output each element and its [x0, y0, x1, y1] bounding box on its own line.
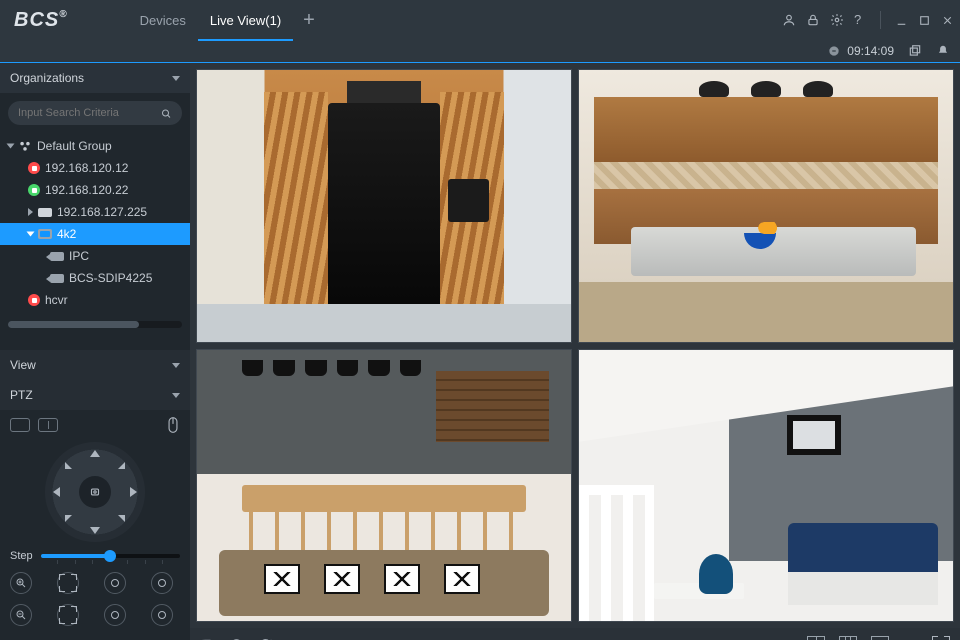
search-input[interactable]	[18, 107, 160, 119]
search-icon[interactable]	[160, 107, 172, 120]
ptz-up-right[interactable]	[118, 462, 125, 469]
ptz-panel: Step	[0, 410, 190, 636]
search-box[interactable]	[8, 101, 182, 125]
fullscreen-button[interactable]	[932, 636, 950, 640]
minimize-button[interactable]	[895, 14, 908, 27]
close-button[interactable]	[941, 14, 954, 27]
tree-node-label: 4k2	[57, 227, 76, 241]
chevron-down-icon	[172, 393, 180, 398]
step-label: Step	[10, 550, 33, 562]
layout-9-button[interactable]	[839, 636, 857, 640]
section-view-label: View	[10, 358, 36, 372]
iris-open-button[interactable]	[104, 572, 126, 594]
expand-icon[interactable]	[28, 208, 33, 216]
nvr-icon	[38, 208, 52, 217]
section-ptz[interactable]: PTZ	[0, 380, 190, 410]
sidebar: Organizations Default Group 192.168.120.…	[0, 63, 190, 640]
tree-node-nvr[interactable]: 192.168.127.225	[0, 201, 190, 223]
ptz-mode-single[interactable]	[10, 418, 30, 432]
aux-a-button[interactable]	[151, 572, 173, 594]
focus-near-button[interactable]	[57, 572, 79, 594]
help-icon[interactable]: ?	[854, 13, 868, 27]
zoom-in-button[interactable]	[10, 572, 32, 594]
chevron-down-icon	[172, 76, 180, 81]
ptz-left[interactable]	[53, 487, 60, 497]
ptz-center[interactable]	[79, 476, 111, 508]
ptz-down[interactable]	[90, 527, 100, 534]
ptz-down-left[interactable]	[65, 515, 72, 522]
app-logo: BCS®	[14, 9, 68, 32]
camera-icon	[50, 274, 64, 283]
video-pane-4[interactable]	[578, 349, 954, 623]
tree-scrollbar[interactable]	[8, 321, 182, 328]
status-online-icon	[28, 184, 40, 196]
bell-icon[interactable]	[936, 44, 950, 58]
lock-icon[interactable]	[806, 13, 820, 27]
video-pane-1[interactable]	[196, 69, 572, 343]
record-indicator-icon	[827, 44, 841, 58]
tree-node-device[interactable]: hcvr	[0, 289, 190, 311]
zoom-out-button[interactable]	[10, 604, 32, 626]
gear-icon[interactable]	[830, 13, 844, 27]
tree-root-label: Default Group	[37, 139, 112, 153]
section-view[interactable]: View	[0, 350, 190, 380]
tree-node-label: IPC	[69, 249, 89, 263]
iris-close-button[interactable]	[104, 604, 126, 626]
section-ptz-label: PTZ	[10, 388, 33, 402]
more-functions[interactable]: More Functions	[0, 636, 190, 640]
maximize-button[interactable]	[918, 14, 931, 27]
tab-add-button[interactable]: +	[293, 9, 325, 32]
tree-node-label: BCS-SDIP4225	[69, 271, 152, 285]
content-area: 1/5 Original 16	[190, 63, 960, 640]
dvr-icon	[38, 229, 52, 239]
user-icon[interactable]	[782, 13, 796, 27]
tree-node-dvr-selected[interactable]: 4k2	[0, 223, 190, 245]
main-tabs: Devices Live View(1) +	[128, 0, 325, 40]
ptz-wheel	[45, 442, 145, 542]
focus-far-button[interactable]	[57, 604, 79, 626]
ptz-up[interactable]	[90, 450, 100, 457]
bottom-toolbar: 1/5 Original 16	[190, 628, 960, 640]
tab-live-view[interactable]: Live View(1)	[198, 0, 293, 40]
expand-icon[interactable]	[27, 232, 35, 237]
step-slider[interactable]	[41, 554, 180, 558]
tree-node-device[interactable]: 192.168.120.22	[0, 179, 190, 201]
title-bar: BCS® Devices Live View(1) + ?	[0, 0, 960, 40]
divider	[880, 11, 881, 29]
device-tree: Default Group 192.168.120.12 192.168.120…	[0, 133, 190, 319]
ptz-up-left[interactable]	[65, 462, 72, 469]
status-offline-icon	[28, 294, 40, 306]
video-pane-2[interactable]	[578, 69, 954, 343]
camera-icon	[50, 252, 64, 261]
sub-title-bar: 09:14:09	[0, 40, 960, 62]
tree-node-device[interactable]: 192.168.120.12	[0, 157, 190, 179]
ptz-mode-split[interactable]	[38, 418, 58, 432]
tree-root[interactable]: Default Group	[0, 135, 190, 157]
multi-window-icon[interactable]	[908, 44, 922, 58]
layout-4-button[interactable]	[807, 636, 825, 640]
layout-16-button[interactable]: 16	[871, 636, 889, 640]
tree-node-label: 192.168.127.225	[57, 205, 147, 219]
tree-node-label: 192.168.120.22	[45, 183, 128, 197]
video-pane-3[interactable]	[196, 349, 572, 623]
tree-node-channel[interactable]: IPC	[0, 245, 190, 267]
status-offline-icon	[28, 162, 40, 174]
expand-icon[interactable]	[7, 144, 15, 149]
section-organizations[interactable]: Organizations	[0, 63, 190, 93]
section-organizations-label: Organizations	[10, 71, 84, 85]
ptz-down-right[interactable]	[118, 515, 125, 522]
tab-devices[interactable]: Devices	[128, 0, 198, 40]
clock: 09:14:09	[847, 44, 894, 58]
tree-node-channel[interactable]: BCS-SDIP4225	[0, 267, 190, 289]
ptz-right[interactable]	[130, 487, 137, 497]
group-icon	[18, 139, 32, 153]
video-grid	[190, 63, 960, 628]
mouse-icon[interactable]	[166, 416, 180, 434]
tree-node-label: hcvr	[45, 293, 68, 307]
aux-b-button[interactable]	[151, 604, 173, 626]
tree-node-label: 192.168.120.12	[45, 161, 128, 175]
chevron-down-icon	[172, 363, 180, 368]
